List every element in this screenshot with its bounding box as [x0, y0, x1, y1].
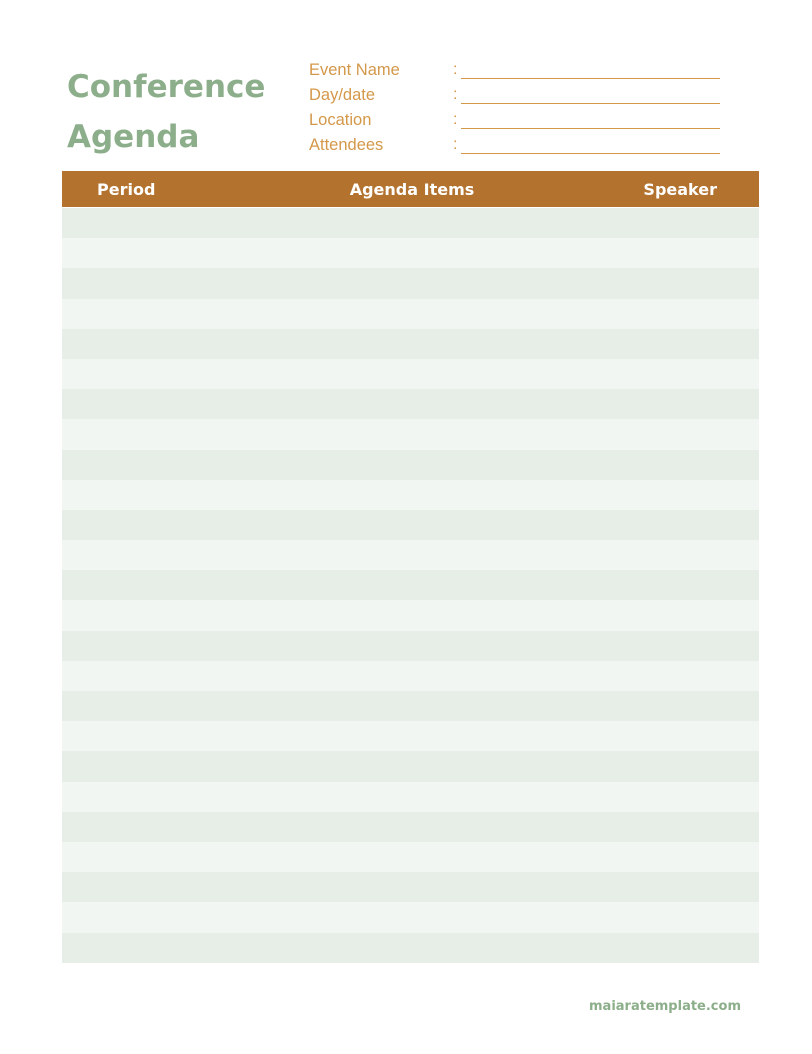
table-row[interactable]	[62, 358, 759, 390]
footer-website: maiaratemplate.com	[589, 999, 741, 1014]
table-row[interactable]	[62, 811, 759, 842]
field-underline[interactable]	[461, 78, 720, 79]
table-row[interactable]	[62, 479, 759, 510]
field-label: Day/date	[309, 86, 376, 104]
field-label: Location	[309, 111, 372, 129]
field-label: Attendees	[309, 136, 384, 154]
column-header-speaker: Speaker	[643, 179, 717, 199]
table-row[interactable]	[62, 328, 759, 359]
document-title: Conference Agenda	[67, 62, 265, 162]
table-row[interactable]	[62, 298, 759, 329]
table-row[interactable]	[62, 268, 759, 299]
field-underline[interactable]	[461, 128, 720, 129]
table-row[interactable]	[62, 691, 759, 722]
table-row[interactable]	[62, 600, 759, 631]
field-separator: :	[453, 136, 458, 153]
table-row[interactable]	[62, 449, 759, 480]
field-label: Event Name	[309, 61, 400, 79]
table-row[interactable]	[62, 721, 759, 752]
field-location[interactable]: Location :	[309, 109, 729, 134]
table-row[interactable]	[62, 932, 759, 963]
field-event-name[interactable]: Event Name :	[309, 59, 729, 84]
field-underline[interactable]	[461, 153, 720, 154]
table-row[interactable]	[62, 208, 759, 239]
table-row[interactable]	[62, 630, 759, 661]
title-line-2: Agenda	[67, 119, 200, 155]
table-row[interactable]	[62, 540, 759, 571]
table-header: Period Agenda Items Speaker	[62, 171, 759, 208]
event-info-fields: Event Name : Day/date : Location : Atten…	[309, 59, 729, 159]
field-attendees[interactable]: Attendees :	[309, 134, 729, 159]
title-line-1: Conference	[67, 69, 266, 105]
table-row[interactable]	[62, 872, 759, 903]
field-separator: :	[453, 111, 458, 128]
field-separator: :	[453, 86, 458, 103]
table-row[interactable]	[62, 419, 759, 450]
table-row[interactable]	[62, 660, 759, 691]
table-row[interactable]	[62, 751, 759, 782]
field-separator: :	[453, 61, 458, 78]
column-header-period: Period	[97, 179, 156, 199]
table-row[interactable]	[62, 389, 759, 420]
table-row[interactable]	[62, 841, 759, 873]
table-row[interactable]	[62, 902, 759, 933]
column-header-agenda-items: Agenda Items	[349, 179, 475, 199]
table-row[interactable]	[62, 509, 759, 541]
field-underline[interactable]	[461, 103, 720, 104]
table-row[interactable]	[62, 238, 759, 269]
table-row[interactable]	[62, 781, 759, 812]
agenda-table: Period Agenda Items Speaker	[62, 171, 759, 963]
table-body	[62, 208, 759, 963]
table-row[interactable]	[62, 570, 759, 601]
field-day-date[interactable]: Day/date :	[309, 84, 729, 109]
